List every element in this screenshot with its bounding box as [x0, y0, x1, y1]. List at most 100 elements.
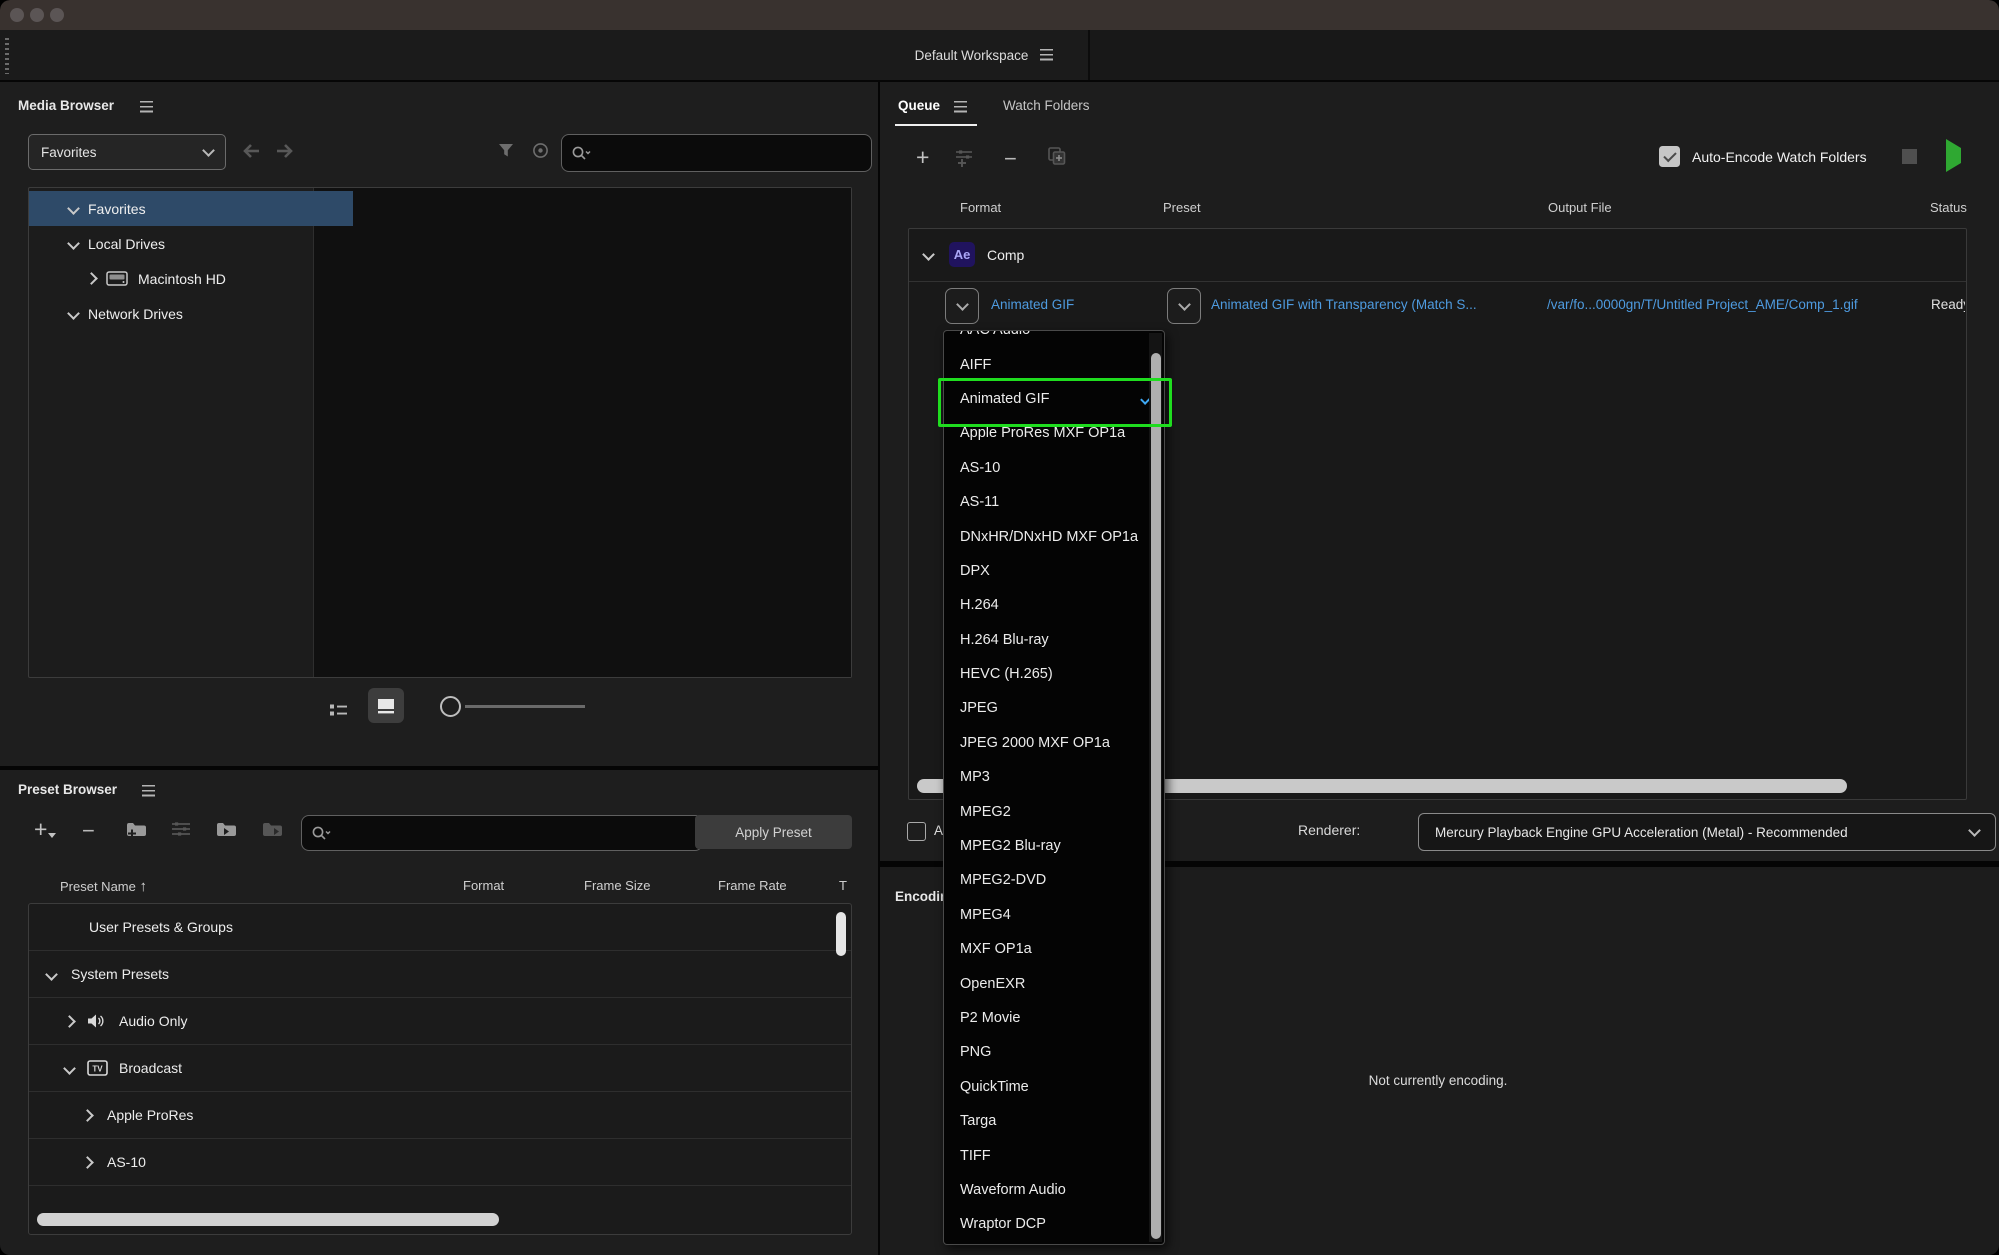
preset-column-preset-name[interactable]: Preset Name ↑: [60, 878, 147, 895]
export-preset-icon[interactable]: [261, 820, 284, 838]
chevron-down-icon[interactable]: [45, 967, 58, 981]
format-dropdown-button[interactable]: [945, 288, 979, 324]
list-view-icon[interactable]: [329, 703, 348, 717]
format-option-animated-gif[interactable]: Animated GIF: [944, 382, 1164, 416]
chevron-down-icon[interactable]: [922, 248, 935, 261]
entry-format-link[interactable]: Animated GIF: [991, 297, 1074, 312]
format-option-mxf-op1a[interactable]: MXF OP1a: [944, 932, 1164, 966]
format-option-aac-audio[interactable]: AAC Audio: [944, 331, 1164, 347]
preset-column-t[interactable]: T: [839, 878, 847, 893]
chevron-right-icon[interactable]: [85, 272, 98, 285]
filter-icon[interactable]: [498, 143, 514, 158]
format-option-apple-prores-mxf-op1a[interactable]: Apple ProRes MXF OP1a: [944, 416, 1164, 450]
thumbnail-view-icon[interactable]: [368, 688, 404, 723]
tree-item-favorites[interactable]: Favorites: [29, 191, 353, 226]
format-option-tiff[interactable]: TIFF: [944, 1138, 1164, 1172]
panel-drag-handle[interactable]: [5, 38, 9, 74]
queue-group-row[interactable]: Ae Comp: [909, 229, 1966, 282]
eye-icon[interactable]: [532, 142, 549, 159]
preset-column-frame-size[interactable]: Frame Size: [584, 878, 650, 893]
preset-row-as-10[interactable]: AS-10: [29, 1139, 851, 1186]
remove-source-icon[interactable]: −: [1004, 148, 1017, 170]
zoom-window-icon[interactable]: [50, 8, 64, 22]
close-window-icon[interactable]: [10, 8, 24, 22]
media-search-box[interactable]: [561, 134, 872, 172]
entry-preset-link[interactable]: Animated GIF with Transparency (Match S.…: [1211, 297, 1541, 312]
chevron-right-icon[interactable]: [63, 1014, 76, 1028]
workspace-menu-icon[interactable]: [1040, 49, 1054, 61]
tree-item-macintosh-hd[interactable]: Macintosh HD: [29, 261, 371, 296]
format-option-openexr[interactable]: OpenEXR: [944, 966, 1164, 1000]
chevron-right-icon[interactable]: [81, 1108, 94, 1122]
workspace-tab[interactable]: Default Workspace: [880, 30, 1088, 80]
preset-row-apple-prores[interactable]: Apple ProRes: [29, 1092, 851, 1139]
media-search-input[interactable]: [599, 144, 862, 162]
forward-arrow-icon[interactable]: [274, 143, 294, 159]
format-option-wraptor-dcp[interactable]: Wraptor DCP: [944, 1207, 1164, 1241]
format-option-aiff[interactable]: AIFF: [944, 347, 1164, 381]
format-option-as-10[interactable]: AS-10: [944, 451, 1164, 485]
queue-bottom-checkbox[interactable]: [907, 822, 926, 841]
preset-search-input[interactable]: [339, 824, 693, 842]
format-option-dnxhr-dnxhd-mxf-op1a[interactable]: DNxHR/DNxHD MXF OP1a: [944, 519, 1164, 553]
preset-column-format[interactable]: Format: [463, 878, 504, 893]
new-preset-group-icon[interactable]: [125, 820, 148, 838]
auto-encode-checkbox[interactable]: [1659, 146, 1680, 167]
thumbnail-size-slider-track[interactable]: [465, 705, 585, 708]
create-preset-icon[interactable]: +: [34, 818, 57, 841]
format-option-p2-movie[interactable]: P2 Movie: [944, 1001, 1164, 1035]
stop-queue-icon[interactable]: [1902, 149, 1917, 164]
queue-menu-icon[interactable]: [954, 101, 967, 113]
tab-default-workspace[interactable]: [1088, 30, 1999, 80]
format-option-mp3[interactable]: MP3: [944, 760, 1164, 794]
minimize-window-icon[interactable]: [30, 8, 44, 22]
format-option-dpx[interactable]: DPX: [944, 554, 1164, 588]
format-option-h-264-blu-ray[interactable]: H.264 Blu-ray: [944, 623, 1164, 657]
tab-queue[interactable]: Queue: [898, 98, 940, 113]
format-option-quicktime[interactable]: QuickTime: [944, 1070, 1164, 1104]
delete-preset-icon[interactable]: −: [82, 820, 95, 842]
thumbnail-size-slider-knob[interactable]: [440, 696, 461, 717]
add-output-icon[interactable]: [954, 148, 974, 167]
queue-entry-row[interactable]: Animated GIF Animated GIF with Transpare…: [909, 282, 1966, 330]
preset-horizontal-scrollbar[interactable]: [37, 1213, 499, 1226]
add-source-icon[interactable]: +: [916, 146, 929, 169]
preset-row-user-presets-groups[interactable]: User Presets & Groups: [29, 904, 851, 951]
format-option-hevc-h-265[interactable]: HEVC (H.265): [944, 657, 1164, 691]
format-option-mpeg2-dvd[interactable]: MPEG2-DVD: [944, 863, 1164, 897]
renderer-dropdown[interactable]: Mercury Playback Engine GPU Acceleration…: [1418, 813, 1996, 851]
tree-item-network-drives[interactable]: Network Drives: [29, 296, 353, 331]
start-queue-icon[interactable]: [1946, 139, 1961, 172]
preset-browser-menu-icon[interactable]: [142, 785, 155, 797]
media-browser-menu-icon[interactable]: [140, 101, 153, 113]
import-preset-icon[interactable]: [215, 820, 238, 838]
format-option-waveform-audio[interactable]: Waveform Audio: [944, 1173, 1164, 1207]
media-source-dropdown[interactable]: Favorites: [28, 134, 226, 170]
format-option-h-264[interactable]: H.264: [944, 588, 1164, 622]
format-option-mpeg2-blu-ray[interactable]: MPEG2 Blu-ray: [944, 829, 1164, 863]
tab-watch-folders[interactable]: Watch Folders: [1003, 98, 1090, 113]
preset-row-system-presets[interactable]: System Presets: [29, 951, 851, 998]
preset-row-audio-only[interactable]: Audio Only: [29, 998, 851, 1045]
duplicate-icon[interactable]: [1046, 146, 1067, 166]
format-option-mpeg4[interactable]: MPEG4: [944, 898, 1164, 932]
chevron-down-icon[interactable]: [63, 1061, 76, 1075]
preset-row-broadcast[interactable]: TV Broadcast: [29, 1045, 851, 1092]
preset-column-frame-rate[interactable]: Frame Rate: [718, 878, 787, 893]
media-content-pane[interactable]: [313, 188, 851, 677]
entry-output-file-link[interactable]: /var/fo...0000gn/T/Untitled Project_AME/…: [1547, 297, 1925, 312]
format-option-as-11[interactable]: AS-11: [944, 485, 1164, 519]
chevron-down-icon[interactable]: [67, 307, 80, 320]
format-option-png[interactable]: PNG: [944, 1035, 1164, 1069]
chevron-down-icon[interactable]: [67, 202, 80, 215]
format-dropdown-scrollbar-thumb[interactable]: [1150, 353, 1161, 1239]
format-option-targa[interactable]: Targa: [944, 1104, 1164, 1138]
format-option-mpeg2[interactable]: MPEG2: [944, 794, 1164, 828]
titlebar[interactable]: [0, 0, 1999, 30]
preset-vertical-scrollbar[interactable]: [836, 912, 846, 956]
chevron-right-icon[interactable]: [81, 1155, 94, 1169]
format-option-jpeg-2000-mxf-op1a[interactable]: JPEG 2000 MXF OP1a: [944, 726, 1164, 760]
apply-preset-button[interactable]: Apply Preset: [695, 815, 852, 849]
preset-settings-icon[interactable]: [171, 820, 191, 837]
format-option-jpeg[interactable]: JPEG: [944, 691, 1164, 725]
